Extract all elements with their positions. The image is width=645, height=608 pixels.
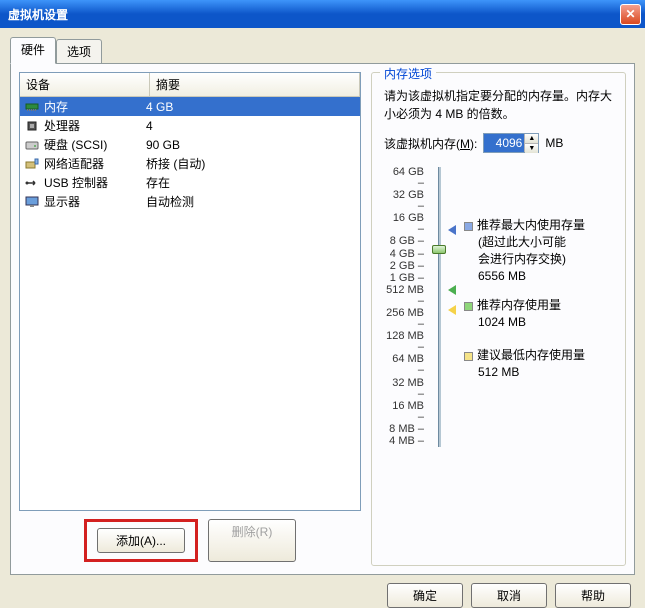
square-yellow-icon xyxy=(464,352,473,361)
tick-label: 16 GB – xyxy=(384,213,424,235)
titlebar: 虚拟机设置 ✕ xyxy=(0,0,645,28)
legend-rec: 推荐内存使用量 1024 MB xyxy=(464,297,561,331)
spinner-up-icon[interactable]: ▲ xyxy=(525,134,538,144)
tick-label: 256 MB – xyxy=(384,308,424,330)
tick-label: 8 GB – xyxy=(384,236,424,247)
hardware-row[interactable]: USB 控制器 存在 xyxy=(20,173,360,192)
tab-hardware[interactable]: 硬件 xyxy=(10,37,56,64)
memory-panel-column: 内存选项 请为该虚拟机指定要分配的内存量。内存大小必须为 4 MB 的倍数。 该… xyxy=(371,72,626,566)
help-button[interactable]: 帮助 xyxy=(555,583,631,608)
close-button[interactable]: ✕ xyxy=(620,4,641,25)
memory-input-row: 该虚拟机内存(M): ▲ ▼ MB xyxy=(384,133,613,153)
slider-ticks: 64 GB –32 GB –16 GB –8 GB –4 GB –2 GB –1… xyxy=(384,167,430,447)
slider-legend-col: 推荐最大内使用存量 (超过此大小可能 会进行内存交换) 6556 MB 推荐内存… xyxy=(448,167,617,467)
list-buttons: 添加(A)... 删除(R) xyxy=(19,519,361,566)
device-summary: 存在 xyxy=(146,174,356,191)
tick-label: 16 MB – xyxy=(384,401,424,423)
device-name: 网络适配器 xyxy=(44,155,104,172)
memory-icon xyxy=(24,100,40,114)
tick-label: 32 GB – xyxy=(384,190,424,212)
tab-strip: 硬件 选项 xyxy=(10,37,635,64)
legend-max-value: 6556 MB xyxy=(478,268,585,285)
window-title: 虚拟机设置 xyxy=(8,6,620,23)
add-button-highlight: 添加(A)... xyxy=(84,519,198,562)
memory-options-legend: 内存选项 xyxy=(380,65,436,82)
hardware-list[interactable]: 设备 摘要 内存 4 GB 处理器 4 硬盘 (SCSI) 90 GB 网络适配器 桥接 (自… xyxy=(19,72,361,511)
col-summary[interactable]: 摘要 xyxy=(150,73,360,96)
spinner-arrows: ▲ ▼ xyxy=(524,134,538,152)
device-summary: 90 GB xyxy=(146,138,356,152)
legend-min-value: 512 MB xyxy=(478,364,585,381)
memory-input[interactable] xyxy=(484,134,524,152)
hardware-list-header: 设备 摘要 xyxy=(20,73,360,97)
add-button[interactable]: 添加(A)... xyxy=(97,528,185,553)
hardware-row[interactable]: 内存 4 GB xyxy=(20,97,360,116)
legend-max: 推荐最大内使用存量 (超过此大小可能 会进行内存交换) 6556 MB xyxy=(464,217,585,285)
device-name: 内存 xyxy=(44,98,68,115)
tick-label: 32 MB – xyxy=(384,378,424,400)
cpu-icon xyxy=(24,119,40,133)
legend-min: 建议最低内存使用量 512 MB xyxy=(464,347,585,381)
memory-slider-area: 64 GB –32 GB –16 GB –8 GB –4 GB –2 GB –1… xyxy=(384,167,617,467)
device-summary: 4 GB xyxy=(146,100,356,114)
square-blue-icon xyxy=(464,222,473,231)
slider-track[interactable] xyxy=(438,167,441,447)
square-green-icon xyxy=(464,302,473,311)
memory-label: 该虚拟机内存(M): xyxy=(384,135,477,152)
device-summary: 桥接 (自动) xyxy=(146,155,356,172)
hardware-row[interactable]: 显示器 自动检测 xyxy=(20,192,360,211)
tick-label: 64 GB – xyxy=(384,167,424,189)
hardware-row[interactable]: 硬盘 (SCSI) 90 GB xyxy=(20,135,360,154)
spinner-down-icon[interactable]: ▼ xyxy=(525,144,538,153)
memory-spinner[interactable]: ▲ ▼ xyxy=(483,133,539,153)
device-name: 显示器 xyxy=(44,193,80,210)
tab-options[interactable]: 选项 xyxy=(56,39,102,64)
hardware-row[interactable]: 处理器 4 xyxy=(20,116,360,135)
cancel-button[interactable]: 取消 xyxy=(471,583,547,608)
remove-button: 删除(R) xyxy=(208,519,296,562)
col-device[interactable]: 设备 xyxy=(20,73,150,96)
dialog-body: 硬件 选项 设备 摘要 内存 4 GB 处理器 4 硬盘 (SCSI) 90 GB 网络适配… xyxy=(0,28,645,583)
device-name: USB 控制器 xyxy=(44,174,108,191)
network-icon xyxy=(24,157,40,171)
memory-unit: MB xyxy=(545,136,563,150)
tab-panel-hardware: 设备 摘要 内存 4 GB 处理器 4 硬盘 (SCSI) 90 GB 网络适配器 桥接 (自… xyxy=(10,63,635,575)
slider-track-col xyxy=(430,167,448,447)
disk-icon xyxy=(24,138,40,152)
device-summary: 自动检测 xyxy=(146,193,356,210)
display-icon xyxy=(24,195,40,209)
legend-rec-value: 1024 MB xyxy=(478,314,561,331)
tick-label: 128 MB – xyxy=(384,331,424,353)
ok-button[interactable]: 确定 xyxy=(387,583,463,608)
device-name: 硬盘 (SCSI) xyxy=(44,136,107,153)
device-summary: 4 xyxy=(146,119,356,133)
memory-desc: 请为该虚拟机指定要分配的内存量。内存大小必须为 4 MB 的倍数。 xyxy=(384,87,613,123)
device-name: 处理器 xyxy=(44,117,80,134)
tick-label: 512 MB – xyxy=(384,285,424,307)
hardware-row[interactable]: 网络适配器 桥接 (自动) xyxy=(20,154,360,173)
dialog-footer: 确定 取消 帮助 xyxy=(10,575,635,608)
usb-icon xyxy=(24,176,40,190)
tick-label: 64 MB – xyxy=(384,354,424,376)
tick-label: 1 GB – xyxy=(384,273,424,284)
hardware-list-column: 设备 摘要 内存 4 GB 处理器 4 硬盘 (SCSI) 90 GB 网络适配器 桥接 (自… xyxy=(19,72,361,566)
memory-options-group: 内存选项 请为该虚拟机指定要分配的内存量。内存大小必须为 4 MB 的倍数。 该… xyxy=(371,72,626,566)
tick-label: 4 GB – xyxy=(384,249,424,260)
tick-label: 8 MB – xyxy=(384,424,424,435)
tick-label: 2 GB – xyxy=(384,261,424,272)
tick-label: 4 MB – xyxy=(384,436,424,447)
close-icon: ✕ xyxy=(625,7,635,21)
slider-thumb[interactable] xyxy=(432,245,446,254)
